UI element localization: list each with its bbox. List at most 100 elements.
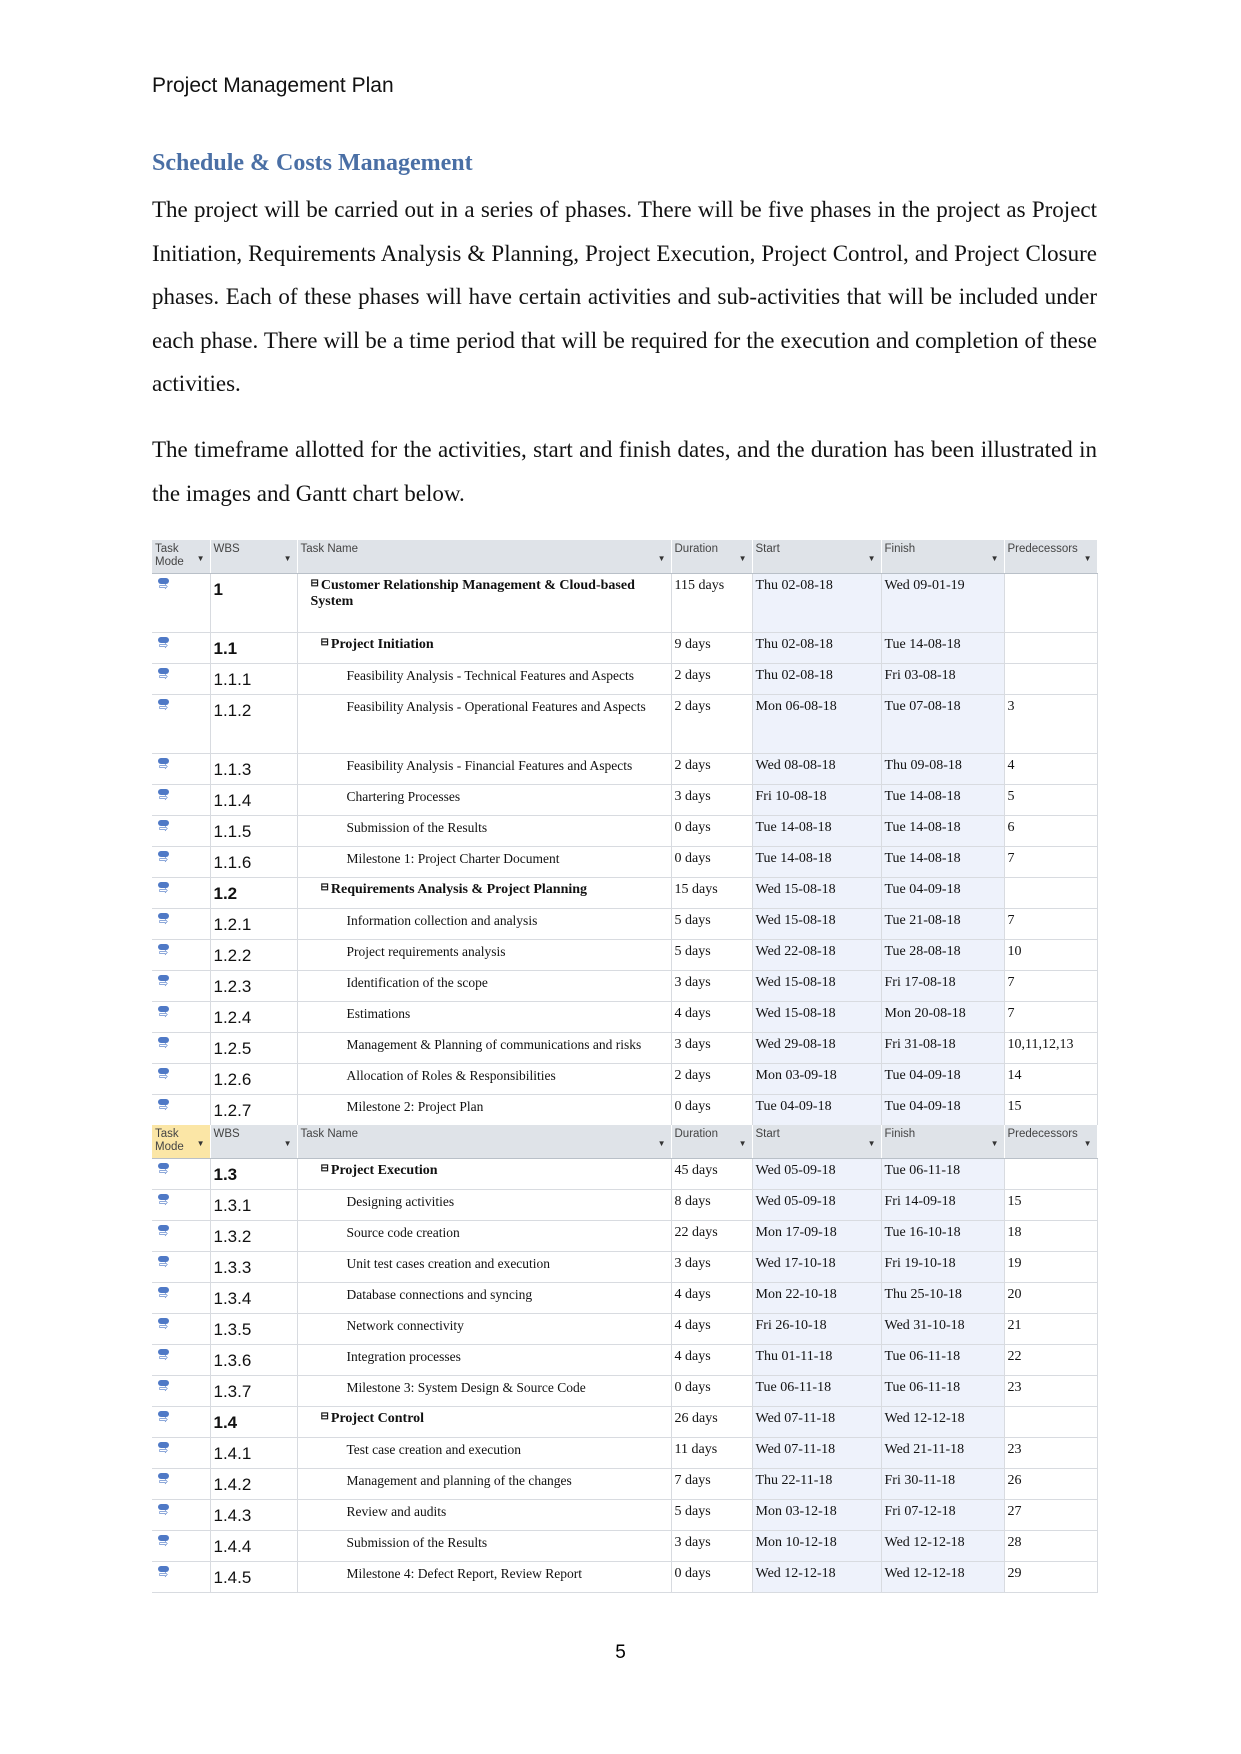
- column-header-task-mode[interactable]: Task Mode ▼: [152, 540, 211, 574]
- column-header-wbs[interactable]: WBS ▼: [210, 1125, 298, 1159]
- collapse-minus-icon[interactable]: ⊟: [321, 1163, 329, 1174]
- column-header-task-mode[interactable]: Task Mode ▼: [152, 1125, 211, 1159]
- task-name-cell[interactable]: Feasibility Analysis - Operational Featu…: [297, 694, 672, 754]
- task-name-cell[interactable]: Review and audits: [297, 1499, 672, 1531]
- table-row[interactable]: 1.2.5 Management & Planning of communica…: [152, 1032, 1098, 1064]
- dropdown-arrow-icon[interactable]: ▼: [739, 552, 747, 565]
- table-row[interactable]: 1.3.3 Unit test cases creation and execu…: [152, 1251, 1098, 1283]
- dropdown-arrow-icon[interactable]: ▼: [197, 1137, 205, 1150]
- column-header-finish[interactable]: Finish ▼: [881, 1125, 1005, 1159]
- table-row[interactable]: 1.3.6 Integration processes 4 days Thu 0…: [152, 1344, 1098, 1376]
- table-row[interactable]: 1.3.7 Milestone 3: System Design & Sourc…: [152, 1375, 1098, 1407]
- table-row[interactable]: 1.4.4 Submission of the Results 3 days M…: [152, 1530, 1098, 1562]
- table-row[interactable]: 1.1.3 Feasibility Analysis - Financial F…: [152, 753, 1098, 785]
- table-row[interactable]: 1.4 ⊟Project Control 26 days Wed 07-11-1…: [152, 1406, 1098, 1438]
- task-name-cell[interactable]: Designing activities: [297, 1189, 672, 1221]
- table-row[interactable]: 1.1.4 Chartering Processes 3 days Fri 10…: [152, 784, 1098, 816]
- dropdown-arrow-icon[interactable]: ▼: [991, 1137, 999, 1150]
- predecessors-cell: 10: [1004, 939, 1098, 971]
- dropdown-arrow-icon[interactable]: ▼: [1084, 1137, 1092, 1150]
- task-name-cell[interactable]: Chartering Processes: [297, 784, 672, 816]
- task-name-cell[interactable]: Unit test cases creation and execution: [297, 1251, 672, 1283]
- dropdown-arrow-icon[interactable]: ▼: [284, 552, 292, 565]
- table-row[interactable]: 1.4.5 Milestone 4: Defect Report, Review…: [152, 1561, 1098, 1593]
- dropdown-arrow-icon[interactable]: ▼: [658, 1137, 666, 1150]
- table-row[interactable]: 1.1.2 Feasibility Analysis - Operational…: [152, 694, 1098, 754]
- table-row[interactable]: 1.2 ⊟Requirements Analysis & Project Pla…: [152, 877, 1098, 909]
- dropdown-arrow-icon[interactable]: ▼: [197, 552, 205, 565]
- task-name-cell[interactable]: ⊟ Requirements Analysis & Project Plannin…: [297, 877, 672, 909]
- dropdown-arrow-icon[interactable]: ▼: [739, 1137, 747, 1150]
- task-name-cell[interactable]: Integration processes: [297, 1344, 672, 1376]
- column-header-task-name[interactable]: Task Name ▼: [297, 1125, 672, 1159]
- table-row[interactable]: 1.2.1 Information collection and analysi…: [152, 908, 1098, 940]
- column-header-wbs[interactable]: WBS ▼: [210, 540, 298, 574]
- table-row[interactable]: 1.2.3 Identification of the scope 3 days…: [152, 970, 1098, 1002]
- collapse-minus-icon[interactable]: ⊟: [321, 882, 329, 893]
- table-row[interactable]: 1.2.2 Project requirements analysis 5 da…: [152, 939, 1098, 971]
- dropdown-arrow-icon[interactable]: ▼: [868, 1137, 876, 1150]
- column-header-label: Task Mode: [155, 543, 184, 568]
- task-name-cell[interactable]: Milestone 2: Project Plan: [297, 1094, 672, 1126]
- column-header-duration[interactable]: Duration ▼: [671, 540, 753, 574]
- wbs-cell: 1.3.3: [210, 1251, 298, 1283]
- table-row[interactable]: 1 ⊟Customer Relationship Management & Cl…: [152, 573, 1098, 633]
- table-row[interactable]: 1.2.6 Allocation of Roles & Responsibili…: [152, 1063, 1098, 1095]
- task-name-cell[interactable]: ⊟ Project Execution: [297, 1158, 672, 1190]
- task-name-cell[interactable]: Feasibility Analysis - Technical Feature…: [297, 663, 672, 695]
- collapse-minus-icon[interactable]: ⊟: [321, 637, 329, 648]
- column-header-predecessors[interactable]: Predecessors ▼: [1004, 1125, 1098, 1159]
- column-header-start[interactable]: Start ▼: [752, 1125, 882, 1159]
- task-name-cell[interactable]: Source code creation: [297, 1220, 672, 1252]
- predecessors-cell: [1004, 663, 1098, 695]
- column-header-finish[interactable]: Finish ▼: [881, 540, 1005, 574]
- column-header-duration[interactable]: Duration ▼: [671, 1125, 753, 1159]
- dropdown-arrow-icon[interactable]: ▼: [658, 552, 666, 565]
- column-header-predecessors[interactable]: Predecessors ▼: [1004, 540, 1098, 574]
- dropdown-arrow-icon[interactable]: ▼: [284, 1137, 292, 1150]
- table-row[interactable]: 1.3.1 Designing activities 8 days Wed 05…: [152, 1189, 1098, 1221]
- table-row[interactable]: 1.2.7 Milestone 2: Project Plan 0 days T…: [152, 1094, 1098, 1126]
- task-name-cell[interactable]: Milestone 1: Project Charter Document: [297, 846, 672, 878]
- dropdown-arrow-icon[interactable]: ▼: [1084, 552, 1092, 565]
- finish-cell: Wed 09-01-19: [881, 573, 1005, 633]
- task-name-cell[interactable]: Project requirements analysis: [297, 939, 672, 971]
- start-cell: Wed 29-08-18: [752, 1032, 882, 1064]
- task-name-cell[interactable]: Identification of the scope: [297, 970, 672, 1002]
- table-row[interactable]: 1.1.6 Milestone 1: Project Charter Docum…: [152, 846, 1098, 878]
- task-name-cell[interactable]: Database connections and syncing: [297, 1282, 672, 1314]
- table-row[interactable]: 1.1.1 Feasibility Analysis - Technical F…: [152, 663, 1098, 695]
- task-name-cell[interactable]: Milestone 3: System Design & Source Code: [297, 1375, 672, 1407]
- task-name-cell[interactable]: Management and planning of the changes: [297, 1468, 672, 1500]
- task-name-cell[interactable]: Network connectivity: [297, 1313, 672, 1345]
- table-row[interactable]: 1.1.5 Submission of the Results 0 days T…: [152, 815, 1098, 847]
- task-name-cell[interactable]: Management & Planning of communications …: [297, 1032, 672, 1064]
- collapse-minus-icon[interactable]: ⊟: [311, 578, 319, 589]
- table-row[interactable]: 1.3.5 Network connectivity 4 days Fri 26…: [152, 1313, 1098, 1345]
- task-name-cell[interactable]: Allocation of Roles & Responsibilities: [297, 1063, 672, 1095]
- task-name-cell[interactable]: ⊟ Project Initiation: [297, 632, 672, 664]
- table-row[interactable]: 1.4.3 Review and audits 5 days Mon 03-12…: [152, 1499, 1098, 1531]
- column-header-task-name[interactable]: Task Name ▼: [297, 540, 672, 574]
- task-name-cell[interactable]: ⊟ Project Control: [297, 1406, 672, 1438]
- task-name-cell[interactable]: Feasibility Analysis - Financial Feature…: [297, 753, 672, 785]
- table-row[interactable]: 1.1 ⊟Project Initiation 9 days Thu 02-08…: [152, 632, 1098, 664]
- task-name-cell[interactable]: Submission of the Results: [297, 815, 672, 847]
- table-row[interactable]: 1.3.4 Database connections and syncing 4…: [152, 1282, 1098, 1314]
- task-name-cell[interactable]: Information collection and analysis: [297, 908, 672, 940]
- table-row[interactable]: 1.3 ⊟Project Execution 45 days Wed 05-09…: [152, 1158, 1098, 1190]
- task-name-cell[interactable]: Submission of the Results: [297, 1530, 672, 1562]
- table-row[interactable]: 1.4.2 Management and planning of the cha…: [152, 1468, 1098, 1500]
- table-row[interactable]: 1.4.1 Test case creation and execution 1…: [152, 1437, 1098, 1469]
- task-name-cell[interactable]: Test case creation and execution: [297, 1437, 672, 1469]
- dropdown-arrow-icon[interactable]: ▼: [868, 552, 876, 565]
- task-name-cell[interactable]: Estimations: [297, 1001, 672, 1033]
- table-row[interactable]: 1.3.2 Source code creation 22 days Mon 1…: [152, 1220, 1098, 1252]
- body-paragraph-1: The project will be carried out in a ser…: [152, 197, 1097, 396]
- task-name-cell[interactable]: ⊟ Customer Relationship Management & Clou…: [297, 573, 672, 633]
- column-header-start[interactable]: Start ▼: [752, 540, 882, 574]
- dropdown-arrow-icon[interactable]: ▼: [991, 552, 999, 565]
- table-row[interactable]: 1.2.4 Estimations 4 days Wed 15-08-18 Mo…: [152, 1001, 1098, 1033]
- collapse-minus-icon[interactable]: ⊟: [321, 1411, 329, 1422]
- task-name-cell[interactable]: Milestone 4: Defect Report, Review Repor…: [297, 1561, 672, 1593]
